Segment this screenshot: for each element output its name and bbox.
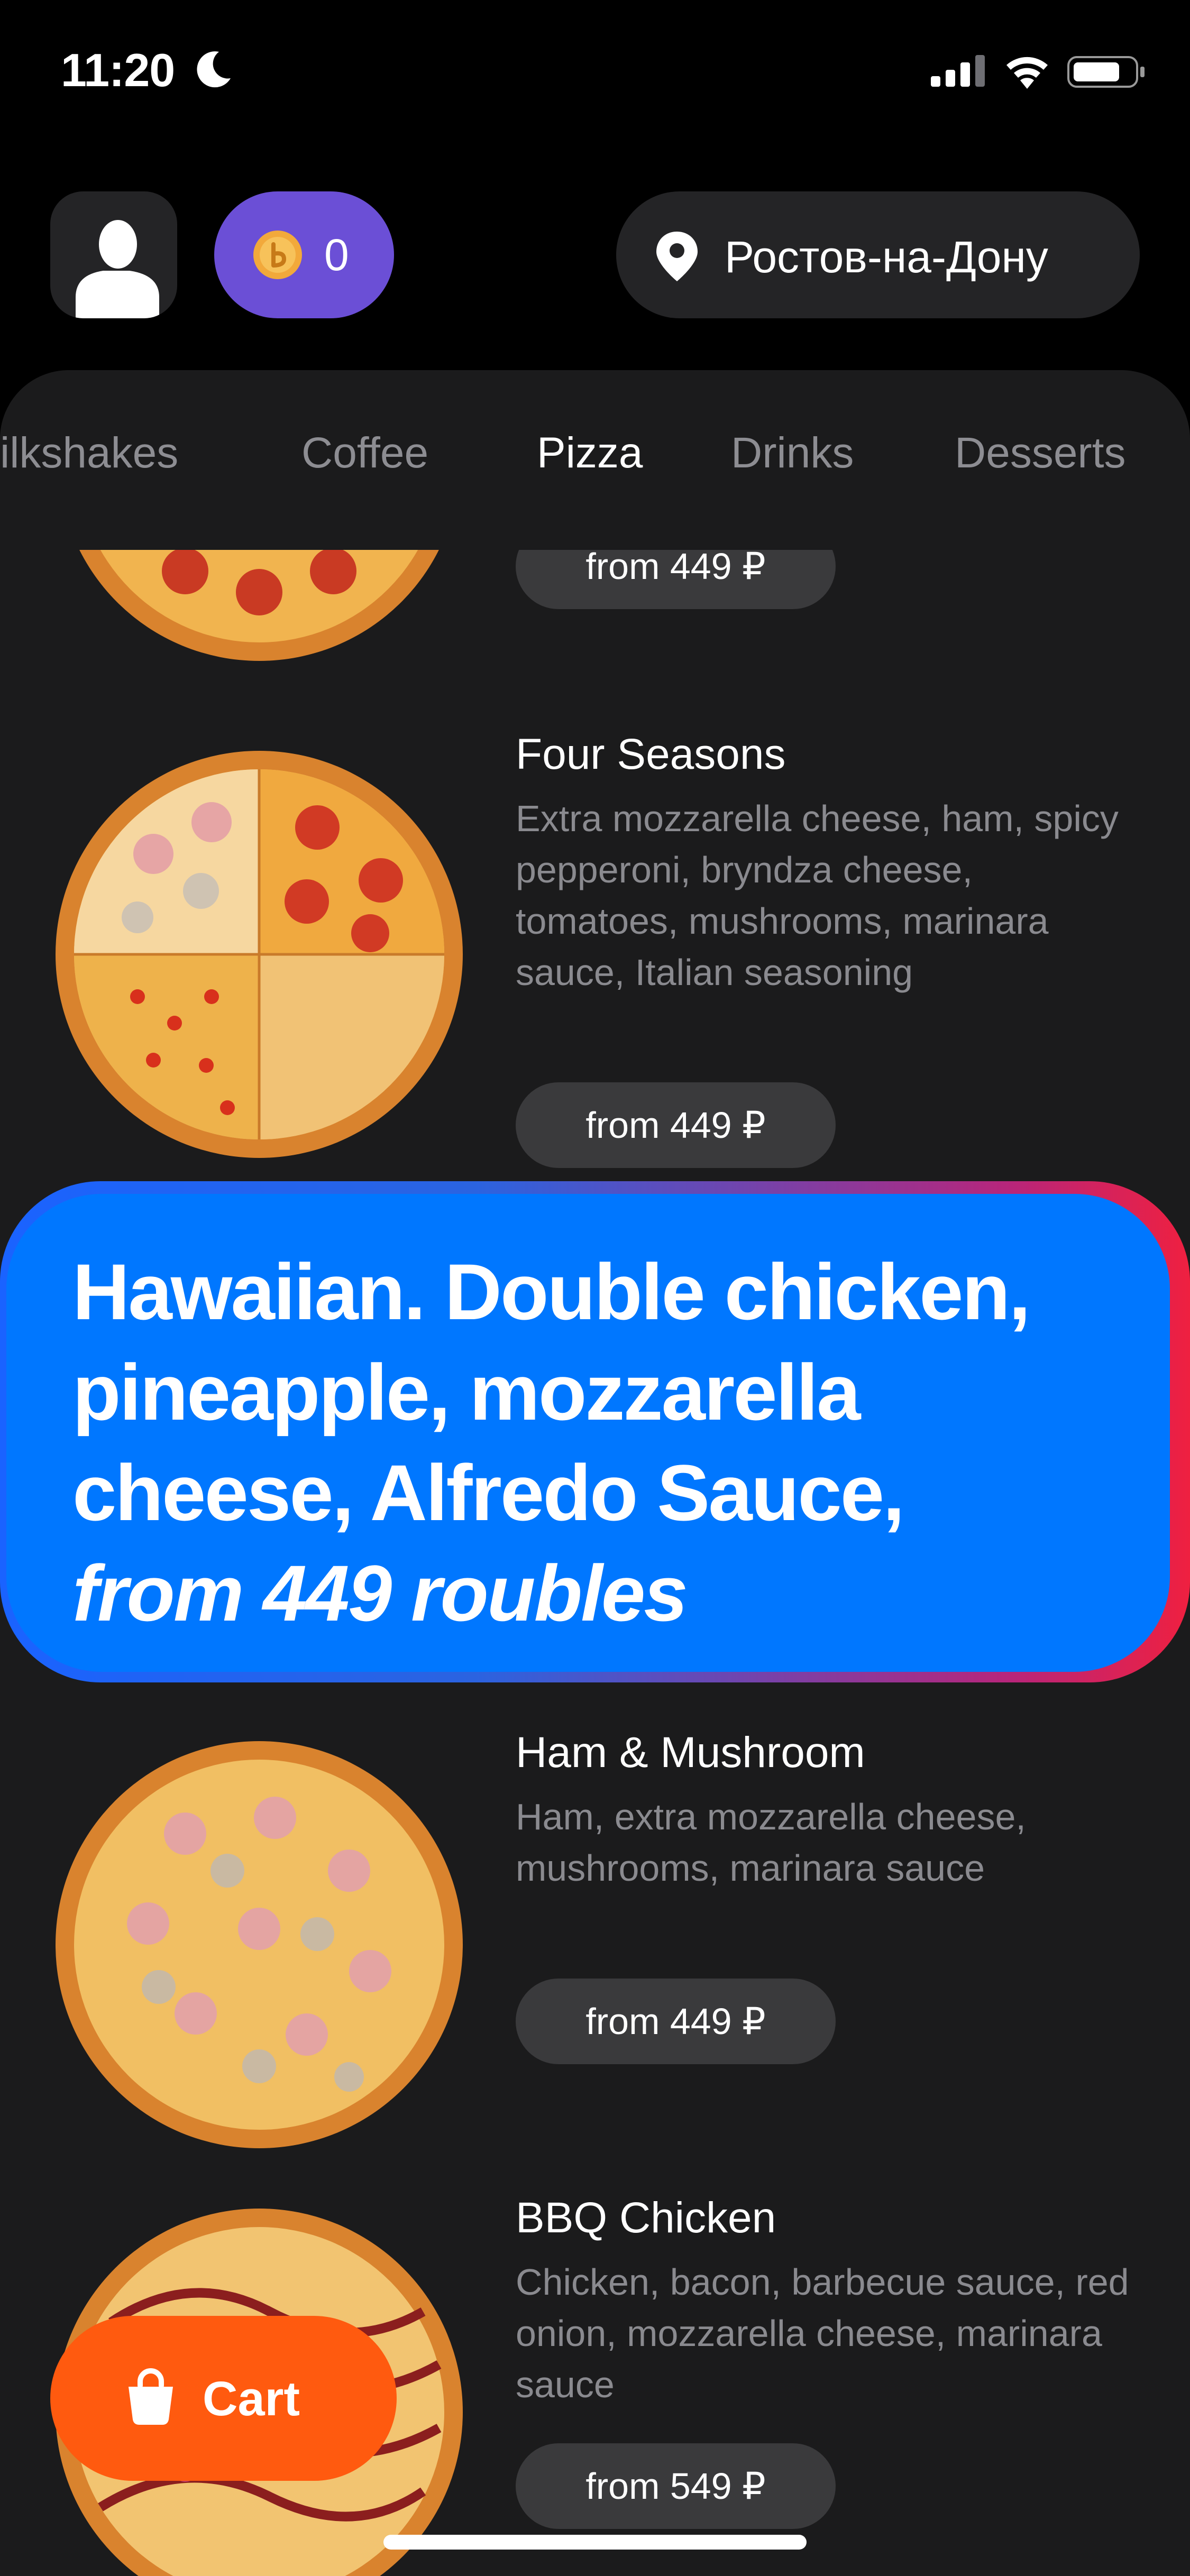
status-time: 11:20	[61, 44, 175, 96]
home-indicator[interactable]	[383, 2535, 807, 2550]
pizza-image-four-seasons[interactable]	[53, 748, 465, 1161]
do-not-disturb-moon-icon	[197, 51, 231, 88]
voiceover-caption-banner: Hawaiian. Double chicken, pineapple, moz…	[0, 1181, 1190, 1682]
user-avatar-icon	[76, 220, 159, 318]
banner-caption: Hawaiian. Double chicken, pineapple, moz…	[72, 1241, 1130, 1643]
tab-desserts[interactable]: Desserts	[955, 428, 1126, 478]
cart-label: Cart	[203, 2372, 300, 2426]
location-pin-icon	[656, 232, 698, 281]
cellular-signal-icon	[931, 55, 985, 87]
tab-drinks[interactable]: Drinks	[731, 428, 854, 478]
product-title[interactable]: Four Seasons	[516, 730, 786, 779]
pizza-image-ham-mushroom[interactable]	[53, 1738, 465, 2151]
price-button[interactable]: from 549 ₽	[516, 2443, 836, 2529]
coins-balance-button[interactable]: 0	[214, 191, 394, 318]
city-selector-button[interactable]: Ростов-на-Дону	[616, 191, 1140, 318]
product-description: Chicken, bacon, barbecue sauce, red onio…	[516, 2261, 1129, 2405]
tab-coffee[interactable]: Coffee	[301, 428, 428, 478]
product-description: Ham, extra mozzarella cheese, mushrooms,…	[516, 1796, 1026, 1889]
coin-icon	[253, 231, 302, 279]
price-button[interactable]: from 449 ₽	[516, 1979, 836, 2064]
banner-caption-text: Hawaiian. Double chicken, pineapple, moz…	[72, 1247, 1031, 1537]
profile-button[interactable]	[50, 191, 177, 318]
tab-pizza[interactable]: Pizza	[537, 428, 643, 478]
category-tabs: ilkshakes Coffee Pizza Drinks Desserts	[0, 428, 1190, 497]
city-name: Ростов-на-Дону	[725, 232, 1048, 282]
product-title[interactable]: BBQ Chicken	[516, 2193, 776, 2243]
pizza-image-pepperoni[interactable]	[53, 550, 465, 666]
price-button[interactable]: from 449 ₽	[516, 1082, 836, 1168]
status-bar: 11:20	[0, 0, 1190, 137]
product-title[interactable]: Ham & Mushroom	[516, 1728, 865, 1778]
coins-count: 0	[324, 230, 349, 280]
banner-body: Hawaiian. Double chicken, pineapple, moz…	[6, 1194, 1170, 1672]
product-description: Extra mozzarella cheese, ham, spicy pepp…	[516, 798, 1119, 993]
cart-button[interactable]: Cart	[50, 2316, 397, 2481]
tab-milkshakes[interactable]: ilkshakes	[0, 428, 178, 478]
battery-icon	[1067, 56, 1145, 88]
price-button[interactable]: from 449 ₽	[516, 550, 836, 609]
shopping-bag-icon	[129, 2368, 173, 2425]
wifi-icon	[1006, 57, 1048, 89]
banner-caption-price: from 449 roubles	[72, 1549, 688, 1637]
